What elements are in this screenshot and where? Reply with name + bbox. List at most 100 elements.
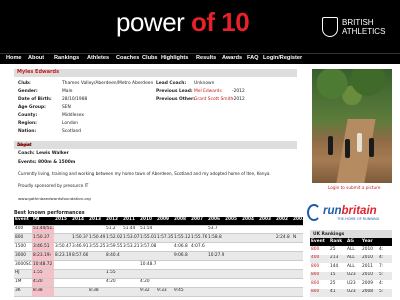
ranking-cell: 25	[329, 280, 346, 289]
nav-rankings[interactable]: Rankings	[54, 55, 79, 61]
performance-cell	[224, 260, 241, 270]
performance-row: 1M 4:20 4:20 4:20	[14, 278, 303, 288]
photo-trees	[312, 69, 392, 117]
performance-cell: 51.54	[139, 225, 156, 235]
previous-lead-link[interactable]: Mel Edwards	[194, 89, 222, 94]
ranking-event-cell[interactable]: 800	[310, 288, 329, 297]
performance-cell	[224, 251, 241, 262]
performance-cell	[207, 287, 224, 297]
nation-value: Scotland	[62, 129, 82, 134]
performance-row: HJ 1.55 1.55	[14, 269, 303, 279]
uk-rankings-table: Event Rank AG Year 800 25 ALL 2010 4: 400 213 ALL 2…	[310, 238, 392, 297]
pb-cell: 3:46.51	[32, 242, 54, 253]
ranking-row[interactable]: 800 15 U23 2010 5:	[310, 271, 392, 280]
runbritain-tagline: THE HOME OF RUNNING	[337, 217, 380, 221]
event-cell[interactable]: HJ	[14, 269, 32, 279]
event-cell[interactable]: 800	[14, 233, 32, 244]
about-website-link[interactable]: www.gathinbaedwardsfoundation.org	[18, 196, 91, 201]
ranking-cell: 7:	[378, 263, 392, 272]
ranking-event-cell[interactable]: 800	[310, 246, 329, 255]
column-header: 2005	[224, 217, 241, 226]
nav-athletes[interactable]: Athletes	[87, 55, 109, 61]
performance-cell	[156, 242, 173, 253]
age-group-label: Age Group:	[18, 105, 46, 110]
performance-cell	[122, 287, 139, 297]
nav-clubs[interactable]: Clubs	[142, 55, 158, 61]
about-login-link[interactable]: Login	[17, 143, 294, 148]
event-cell[interactable]: 3000	[14, 251, 32, 262]
logo-accent: of 10	[191, 7, 250, 37]
performance-cell: 9:32	[139, 287, 156, 297]
performance-cell	[71, 287, 88, 297]
performance-cell: 1:52.02	[105, 233, 122, 244]
previous-other-link[interactable]: Grant Scott Smith	[194, 97, 233, 102]
club-label: Club:	[18, 81, 31, 86]
nav-results[interactable]: Results	[196, 55, 216, 61]
nav-login-register[interactable]: Login/Register	[263, 55, 302, 61]
column-header: Event	[14, 217, 32, 226]
event-cell[interactable]: 3000SC	[14, 260, 32, 270]
runbritain-logo[interactable]: runbritain THE HOME OF RUNNING	[305, 203, 397, 223]
county-label: County:	[18, 113, 38, 118]
previous-lead-years: -2012	[232, 89, 245, 94]
federation-line-2: ATHLETICS	[342, 27, 386, 36]
performance-cell	[258, 287, 275, 297]
performance-cell	[241, 225, 258, 235]
british-athletics-logo[interactable]: BRITISH ATHLETICS	[342, 18, 385, 36]
submit-picture-link[interactable]: Login to submit a picture	[328, 185, 380, 191]
nav-coaches[interactable]: Coaches	[116, 55, 139, 61]
dob-label: Date of Birth:	[18, 97, 52, 102]
ranking-row[interactable]: 800 25 U23 2009 4:	[310, 280, 392, 289]
performances-header-row: Event PB 2015 2014 2013 2012 2011 2010 2009 2008 2…	[14, 217, 303, 226]
ranking-row[interactable]: 400 213 ALL 2010 4:	[310, 254, 392, 263]
performance-cell	[224, 287, 241, 297]
performance-cell: 51.44	[122, 225, 139, 235]
performance-cell	[54, 278, 71, 288]
ranking-cell: 15	[329, 271, 346, 280]
site-header: power of 10 BRITISH ATHLETICS	[0, 0, 400, 53]
about-support: Proudly sponsored by pressurce IT	[18, 183, 89, 188]
photo-runner	[328, 136, 333, 155]
performance-row: 1500 3:46.51 3:50.47 3:46.91 3:55.25 3:59.55 3…	[14, 242, 303, 253]
performance-cell	[190, 287, 207, 297]
ranking-row[interactable]: 800 41 U23 2008 5:	[310, 288, 392, 297]
performance-cell	[122, 260, 139, 270]
performance-cell	[292, 251, 303, 262]
event-cell[interactable]: 1500	[14, 242, 32, 253]
athlete-name: Myles Edwards	[17, 69, 60, 75]
event-cell[interactable]: 1M	[14, 278, 32, 288]
performance-cell	[190, 225, 207, 235]
performance-cell	[156, 278, 173, 288]
performance-cell	[122, 251, 139, 262]
performance-cell	[54, 269, 71, 279]
ranking-row[interactable]: 800 144 ALL 2011 7:	[310, 263, 392, 272]
performance-cell	[173, 225, 190, 235]
column-header: 2012	[105, 217, 122, 226]
ranking-event-cell[interactable]: 400	[310, 254, 329, 263]
power-of-10-logo[interactable]: power of 10	[116, 7, 250, 38]
performance-cell	[275, 287, 292, 297]
column-header: 2004	[241, 217, 258, 226]
nav-awards[interactable]: Awards	[222, 55, 242, 61]
nav-home[interactable]: Home	[6, 55, 22, 61]
performance-row: 3000 8:23.19i 8:23.19i 8:57.66 8:40.4 9:06.8 1…	[14, 251, 303, 262]
performance-cell	[258, 233, 275, 244]
performance-cell	[224, 278, 241, 288]
nav-about[interactable]: About	[28, 55, 44, 61]
rankings-header-row: Event Rank AG Year	[310, 238, 392, 246]
performance-cell	[241, 287, 258, 297]
ranking-cell: ALL	[346, 263, 361, 272]
event-cell[interactable]: 3K	[14, 287, 32, 297]
performance-cell	[241, 233, 258, 244]
pb-cell: 10:48.72	[32, 260, 54, 270]
ranking-event-cell[interactable]: 800	[310, 280, 329, 289]
ranking-event-cell[interactable]: 800	[310, 271, 329, 280]
nav-faq[interactable]: FAQ	[247, 55, 259, 61]
nav-highlights[interactable]: Highlights	[161, 55, 188, 61]
performance-cell: 9:45	[173, 287, 190, 297]
performance-cell	[71, 225, 88, 235]
ranking-row[interactable]: 800 25 ALL 2010 4:	[310, 246, 392, 255]
performance-cell	[258, 260, 275, 270]
event-cell[interactable]: 400	[14, 225, 32, 235]
ranking-event-cell[interactable]: 800	[310, 263, 329, 272]
